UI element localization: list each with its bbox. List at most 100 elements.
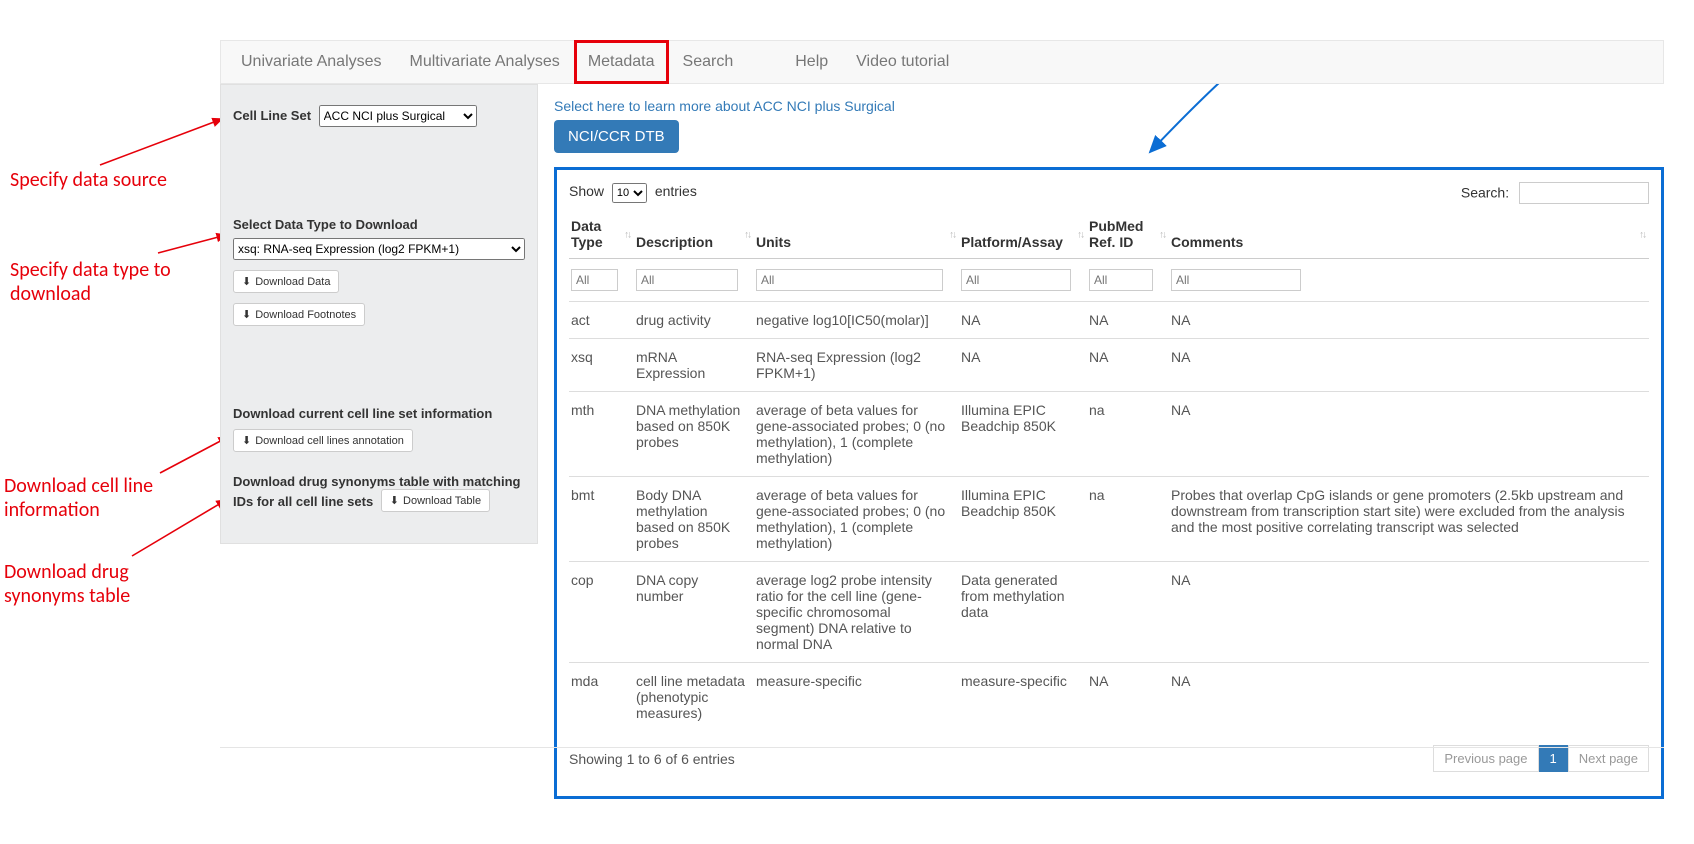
bottom-rule bbox=[220, 747, 1664, 748]
search-label: Search: bbox=[1461, 185, 1509, 201]
left-panel: Cell Line Set ACC NCI plus Surgical Sele… bbox=[220, 84, 538, 544]
cell-pubmed: na bbox=[1087, 392, 1169, 477]
cell-desc: DNA copy number bbox=[634, 562, 754, 663]
cell-pubmed bbox=[1087, 562, 1169, 663]
table-info: Showing 1 to 6 of 6 entries bbox=[569, 751, 735, 767]
cell-comments: Probes that overlap CpG islands or gene … bbox=[1169, 477, 1649, 562]
cell-desc: mRNA Expression bbox=[634, 339, 754, 392]
annotation-data-type: Specify data type to download bbox=[10, 258, 210, 306]
data-type-select[interactable]: xsq: RNA-seq Expression (log2 FPKM+1) bbox=[233, 238, 525, 260]
cell-platform: measure-specific bbox=[959, 663, 1087, 732]
annotation-syn-table: Download drug synonyms table bbox=[4, 560, 204, 608]
nav-univariate[interactable]: Univariate Analyses bbox=[227, 40, 396, 84]
sort-icon: ↑↓ bbox=[1639, 230, 1645, 241]
pager: Previous page 1 Next page bbox=[1433, 745, 1649, 772]
table-row: mthDNA methylation based on 850K probesa… bbox=[569, 392, 1649, 477]
filter-comments[interactable] bbox=[1171, 269, 1301, 291]
cell-units: average of beta values for gene-associat… bbox=[754, 392, 959, 477]
table-row: xsqmRNA ExpressionRNA-seq Expression (lo… bbox=[569, 339, 1649, 392]
cell-pubmed: NA bbox=[1087, 302, 1169, 339]
table-row: bmtBody DNA methylation based on 850K pr… bbox=[569, 477, 1649, 562]
filter-platform[interactable] bbox=[961, 269, 1071, 291]
cell-units: RNA-seq Expression (log2 FPKM+1) bbox=[754, 339, 959, 392]
table-row: actdrug activitynegative log10[IC50(mola… bbox=[569, 302, 1649, 339]
cell-pubmed: NA bbox=[1087, 663, 1169, 732]
cell-comments: NA bbox=[1169, 562, 1649, 663]
cell-units: average of beta values for gene-associat… bbox=[754, 477, 959, 562]
download-syn-button[interactable]: ⬇ Download Table bbox=[381, 489, 490, 512]
learn-more-link[interactable]: Select here to learn more about ACC NCI … bbox=[554, 98, 895, 114]
cell-type: mth bbox=[569, 392, 634, 477]
data-type-label: Select Data Type to Download bbox=[233, 217, 525, 232]
download-cl-label: Download cell lines annotation bbox=[255, 435, 404, 447]
cell-type: act bbox=[569, 302, 634, 339]
table-row: mdacell line metadata (phenotypic measur… bbox=[569, 663, 1649, 732]
filter-units[interactable] bbox=[756, 269, 943, 291]
cell-line-set-label: Cell Line Set bbox=[233, 108, 311, 123]
cell-comments: NA bbox=[1169, 392, 1649, 477]
annotation-cl-info: Download cell line information bbox=[4, 474, 204, 522]
dtb-button[interactable]: NCI/CCR DTB bbox=[554, 120, 679, 153]
col-pubmed[interactable]: PubMed Ref. ID↑↓ bbox=[1087, 212, 1169, 259]
right-panel: Select here to learn more about ACC NCI … bbox=[538, 84, 1664, 799]
prev-page-button[interactable]: Previous page bbox=[1433, 745, 1538, 772]
cell-pubmed: na bbox=[1087, 477, 1169, 562]
cell-pubmed: NA bbox=[1087, 339, 1169, 392]
download-data-label: Download Data bbox=[255, 276, 330, 288]
cell-type: mda bbox=[569, 663, 634, 732]
cell-desc: Body DNA methylation based on 850K probe… bbox=[634, 477, 754, 562]
download-icon: ⬇ bbox=[390, 494, 399, 507]
cell-units: negative log10[IC50(molar)] bbox=[754, 302, 959, 339]
sort-icon: ↑↓ bbox=[624, 230, 630, 241]
cell-comments: NA bbox=[1169, 663, 1649, 732]
download-syn-label: Download Table bbox=[403, 495, 481, 507]
col-description[interactable]: Description↑↓ bbox=[634, 212, 754, 259]
col-comments[interactable]: Comments↑↓ bbox=[1169, 212, 1649, 259]
col-units[interactable]: Units↑↓ bbox=[754, 212, 959, 259]
cell-platform: Illumina EPIC Beadchip 850K bbox=[959, 477, 1087, 562]
download-icon: ⬇ bbox=[242, 275, 251, 288]
cell-comments: NA bbox=[1169, 302, 1649, 339]
nav-metadata[interactable]: Metadata bbox=[574, 40, 669, 84]
sort-icon: ↑↓ bbox=[744, 230, 750, 241]
show-prefix: Show bbox=[569, 183, 604, 199]
entries-select[interactable]: 10 bbox=[612, 183, 647, 203]
download-cl-button[interactable]: ⬇ Download cell lines annotation bbox=[233, 429, 413, 452]
download-icon: ⬇ bbox=[242, 308, 251, 321]
table-region: Show 10 entries Search: bbox=[554, 167, 1664, 799]
cell-type: xsq bbox=[569, 339, 634, 392]
cell-desc: cell line metadata (phenotypic measures) bbox=[634, 663, 754, 732]
cell-comments: NA bbox=[1169, 339, 1649, 392]
cell-platform: Data generated from methylation data bbox=[959, 562, 1087, 663]
nav-help[interactable]: Help bbox=[781, 40, 842, 84]
cell-units: measure-specific bbox=[754, 663, 959, 732]
search-input[interactable] bbox=[1519, 182, 1649, 204]
cell-type: cop bbox=[569, 562, 634, 663]
nav-video[interactable]: Video tutorial bbox=[842, 40, 963, 84]
next-page-button[interactable]: Next page bbox=[1568, 745, 1649, 772]
show-suffix: entries bbox=[655, 183, 697, 199]
cell-platform: NA bbox=[959, 339, 1087, 392]
page-number[interactable]: 1 bbox=[1539, 745, 1568, 772]
nav-multivariate[interactable]: Multivariate Analyses bbox=[396, 40, 574, 84]
sort-icon: ↑↓ bbox=[949, 230, 955, 241]
download-cl-heading: Download current cell line set informati… bbox=[233, 406, 525, 421]
cell-desc: drug activity bbox=[634, 302, 754, 339]
cell-platform: Illumina EPIC Beadchip 850K bbox=[959, 392, 1087, 477]
filter-description[interactable] bbox=[636, 269, 738, 291]
cell-platform: NA bbox=[959, 302, 1087, 339]
nav-search[interactable]: Search bbox=[669, 40, 748, 84]
cell-type: bmt bbox=[569, 477, 634, 562]
col-platform[interactable]: Platform/Assay↑↓ bbox=[959, 212, 1087, 259]
cell-units: average log2 probe intensity ratio for t… bbox=[754, 562, 959, 663]
data-table: Data Type↑↓ Description↑↓ Units↑↓ Platfo… bbox=[569, 212, 1649, 731]
download-data-button[interactable]: ⬇ Download Data bbox=[233, 270, 339, 293]
cell-line-set-select[interactable]: ACC NCI plus Surgical bbox=[319, 105, 477, 127]
filter-data-type[interactable] bbox=[571, 269, 618, 291]
download-footnotes-label: Download Footnotes bbox=[255, 309, 356, 321]
annotation-data-source: Specify data source bbox=[10, 168, 167, 192]
col-data-type[interactable]: Data Type↑↓ bbox=[569, 212, 634, 259]
filter-pubmed[interactable] bbox=[1089, 269, 1153, 291]
download-footnotes-button[interactable]: ⬇ Download Footnotes bbox=[233, 303, 365, 326]
sort-icon: ↑↓ bbox=[1077, 230, 1083, 241]
